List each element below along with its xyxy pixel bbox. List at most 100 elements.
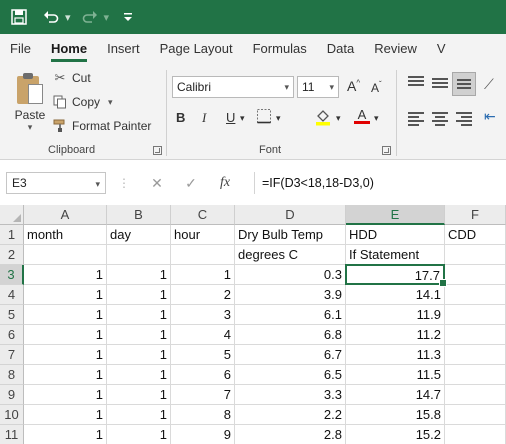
align-center-icon[interactable] [432, 112, 448, 126]
align-middle-icon[interactable] [432, 78, 448, 92]
cell-f3[interactable] [445, 265, 506, 285]
tab-view[interactable]: V [427, 34, 456, 64]
tab-review[interactable]: Review [364, 34, 427, 64]
cell-c10[interactable]: 8 [171, 405, 235, 425]
cell-a3[interactable]: 1 [24, 265, 107, 285]
cell-b2[interactable] [107, 245, 171, 265]
cell-c9[interactable]: 7 [171, 385, 235, 405]
cell-b11[interactable]: 1 [107, 425, 171, 444]
row-header-3[interactable]: 3 [0, 265, 24, 285]
cell-b1[interactable]: day [107, 225, 171, 245]
cell-b5[interactable]: 1 [107, 305, 171, 325]
cell-b7[interactable]: 1 [107, 345, 171, 365]
cell-e4[interactable]: 14.1 [346, 285, 445, 305]
cell-a5[interactable]: 1 [24, 305, 107, 325]
undo-dropdown-icon[interactable]: ▾ [65, 11, 71, 24]
cell-f6[interactable] [445, 325, 506, 345]
copy-button[interactable]: Copy ▾ [52, 94, 113, 110]
column-header-f[interactable]: F [445, 205, 506, 225]
cell-d11[interactable]: 2.8 [235, 425, 346, 444]
tab-home[interactable]: Home [41, 34, 97, 64]
cell-e1[interactable]: HDD [346, 225, 445, 245]
insert-function-icon[interactable]: fx [208, 175, 242, 191]
cell-d7[interactable]: 6.7 [235, 345, 346, 365]
paste-button[interactable]: Paste ▾ [10, 70, 50, 136]
cell-d8[interactable]: 6.5 [235, 365, 346, 385]
cell-c11[interactable]: 9 [171, 425, 235, 444]
column-header-b[interactable]: B [107, 205, 171, 225]
bold-button[interactable]: B [176, 110, 185, 125]
cell-f7[interactable] [445, 345, 506, 365]
cell-f10[interactable] [445, 405, 506, 425]
cell-e7[interactable]: 11.3 [346, 345, 445, 365]
save-icon[interactable] [6, 4, 32, 30]
cell-c7[interactable]: 5 [171, 345, 235, 365]
cell-a1[interactable]: month [24, 225, 107, 245]
column-header-a[interactable]: A [24, 205, 107, 225]
cell-f2[interactable] [445, 245, 506, 265]
redo-icon[interactable] [77, 4, 103, 30]
cell-f8[interactable] [445, 365, 506, 385]
select-all-button[interactable] [0, 205, 24, 225]
formula-input[interactable]: =IF(D3<18,18-D3,0) [254, 172, 506, 194]
tab-page-layout[interactable]: Page Layout [150, 34, 243, 64]
cell-d2[interactable]: degrees C [235, 245, 346, 265]
column-header-d[interactable]: D [235, 205, 346, 225]
decrease-font-size-button[interactable]: Aˇ [371, 80, 382, 95]
row-header-11[interactable]: 11 [0, 425, 24, 444]
tab-formulas[interactable]: Formulas [243, 34, 317, 64]
redo-dropdown-icon[interactable]: ▾ [104, 11, 110, 24]
decrease-indent-icon[interactable]: ⇤ [484, 108, 496, 125]
cell-a2[interactable] [24, 245, 107, 265]
name-box[interactable]: E3 ▾ [6, 172, 106, 194]
row-header-8[interactable]: 8 [0, 365, 24, 385]
cell-b9[interactable]: 1 [107, 385, 171, 405]
cell-d3[interactable]: 0.3 [235, 265, 346, 285]
row-header-10[interactable]: 10 [0, 405, 24, 425]
column-header-e[interactable]: E [346, 205, 445, 225]
cell-a4[interactable]: 1 [24, 285, 107, 305]
font-family-select[interactable]: Calibri ▾ [172, 76, 294, 98]
paste-dropdown-icon[interactable]: ▾ [10, 122, 50, 133]
cell-b6[interactable]: 1 [107, 325, 171, 345]
cell-c2[interactable] [171, 245, 235, 265]
borders-dropdown-icon[interactable]: ▾ [276, 113, 281, 124]
row-header-9[interactable]: 9 [0, 385, 24, 405]
active-cell[interactable]: 17.7 [345, 264, 447, 287]
orientation-icon[interactable]: ⟋ [484, 76, 494, 93]
row-header-2[interactable]: 2 [0, 245, 24, 265]
font-launcher-icon[interactable] [382, 146, 391, 155]
cell-b8[interactable]: 1 [107, 365, 171, 385]
row-header-6[interactable]: 6 [0, 325, 24, 345]
cell-d10[interactable]: 2.2 [235, 405, 346, 425]
cell-a7[interactable]: 1 [24, 345, 107, 365]
cell-c6[interactable]: 4 [171, 325, 235, 345]
cell-a6[interactable]: 1 [24, 325, 107, 345]
cell-e11[interactable]: 15.2 [346, 425, 445, 444]
cell-a11[interactable]: 1 [24, 425, 107, 444]
cell-e6[interactable]: 11.2 [346, 325, 445, 345]
row-header-5[interactable]: 5 [0, 305, 24, 325]
cell-d4[interactable]: 3.9 [235, 285, 346, 305]
tab-data[interactable]: Data [317, 34, 364, 64]
cell-a10[interactable]: 1 [24, 405, 107, 425]
cell-a8[interactable]: 1 [24, 365, 107, 385]
cell-c5[interactable]: 3 [171, 305, 235, 325]
tab-insert[interactable]: Insert [97, 34, 150, 64]
cell-b10[interactable]: 1 [107, 405, 171, 425]
cell-f11[interactable] [445, 425, 506, 444]
fill-color-dropdown-icon[interactable]: ▾ [336, 113, 341, 124]
font-size-select[interactable]: 11 ▾ [297, 76, 339, 98]
cell-b3[interactable]: 1 [107, 265, 171, 285]
align-bottom-button[interactable] [452, 72, 476, 96]
clipboard-launcher-icon[interactable] [153, 146, 162, 155]
cell-c4[interactable]: 2 [171, 285, 235, 305]
enter-icon[interactable]: ✓ [174, 175, 208, 192]
underline-button[interactable]: U [226, 110, 235, 125]
cancel-icon[interactable]: ✕ [140, 175, 174, 192]
cell-b4[interactable]: 1 [107, 285, 171, 305]
cell-e8[interactable]: 11.5 [346, 365, 445, 385]
cell-d1[interactable]: Dry Bulb Temp [235, 225, 346, 245]
italic-button[interactable]: I [202, 110, 206, 126]
cell-c3[interactable]: 1 [171, 265, 235, 285]
